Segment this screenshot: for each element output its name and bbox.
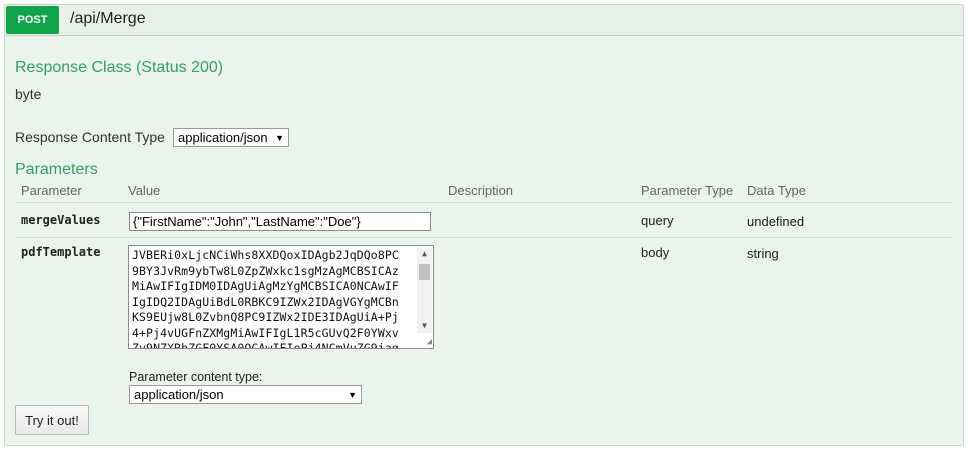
textarea-line: IgIDQ2IDAgUiBdL0RBKC9IZWx2IDAgVGYgMCBn <box>132 294 399 309</box>
resize-handle-icon[interactable]: ◢ <box>427 338 432 347</box>
endpoint-path[interactable]: /api/Merge <box>70 10 146 28</box>
response-content-type-select[interactable]: application/json ▼ <box>173 128 289 147</box>
row-divider <box>15 237 953 238</box>
param-name-mergevalues: mergeValues <box>21 213 101 227</box>
param-name-pdftemplate: pdfTemplate <box>21 245 101 259</box>
column-header-parameter: Parameter <box>21 183 82 198</box>
textarea-scrollbar[interactable]: ▲ ▼ <box>417 247 432 333</box>
response-class-type: byte <box>15 86 42 102</box>
try-it-out-button[interactable]: Try it out! <box>15 405 89 435</box>
http-method-badge[interactable]: POST <box>6 6 59 34</box>
chevron-down-icon: ▼ <box>275 132 284 143</box>
pdftemplate-textarea[interactable]: JVBERi0xLjcNCiWhs8XXDQoxIDAgb2JqDQo8PC 9… <box>128 245 434 349</box>
scroll-up-arrow-icon[interactable]: ▲ <box>417 247 432 261</box>
column-header-value: Value <box>128 183 161 198</box>
data-type-mergevalues: undefined <box>747 214 805 229</box>
param-type-pdftemplate: body <box>641 245 670 260</box>
param-type-mergevalues: query <box>641 213 674 228</box>
parameters-heading: Parameters <box>15 161 98 178</box>
parameters-table-header: Parameter Value Description Parameter Ty… <box>15 179 953 203</box>
response-content-type-value: application/json <box>178 130 268 145</box>
parameter-content-type-label: Parameter content type: <box>129 370 263 384</box>
parameter-content-type-value: application/json <box>134 387 224 402</box>
textarea-line: JVBERi0xLjcNCiWhs8XXDQoxIDAgb2JqDQo8PC <box>132 248 399 262</box>
textarea-line: Zy9NZXRhZGF0YSA0OCAwIFIePj4NCmVuZG9iag <box>132 341 399 349</box>
scrollbar-thumb[interactable] <box>419 264 430 280</box>
response-content-type-label: Response Content Type <box>15 129 165 145</box>
column-header-data-type: Data Type <box>747 183 807 198</box>
parameter-content-type-select[interactable]: application/json ▼ <box>129 385 362 404</box>
chevron-down-icon: ▼ <box>348 389 357 400</box>
operation-header[interactable]: POST /api/Merge <box>5 5 963 36</box>
textarea-line: MiAwIFIgIDM0IDAgUiAgMzYgMCBSICA0NCAwIF <box>132 279 399 293</box>
column-header-description: Description <box>448 183 514 198</box>
textarea-line: 9BY3JvRm9ybTw8L0ZpZWxkc1sgMzAgMCBSICAz <box>132 263 399 278</box>
data-type-pdftemplate: string <box>747 246 779 261</box>
operation-panel: POST /api/Merge Response Class (Status 2… <box>4 4 964 446</box>
mergevalues-input[interactable]: {"FirstName":"John","LastName":"Doe"} <box>129 212 431 231</box>
textarea-line: 4+Pj4vUGFnZXMgMiAwIFIgL1R5cGUvQ2F0YWxv <box>132 325 399 340</box>
column-header-parameter-type: Parameter Type <box>641 183 734 198</box>
scroll-down-arrow-icon[interactable]: ▼ <box>417 319 432 333</box>
textarea-line: KS9EUjw8L0ZvbnQ8PC9IZWx2IDE3IDAgUiA+Pj <box>132 310 399 324</box>
response-class-heading: Response Class (Status 200) <box>15 59 224 76</box>
